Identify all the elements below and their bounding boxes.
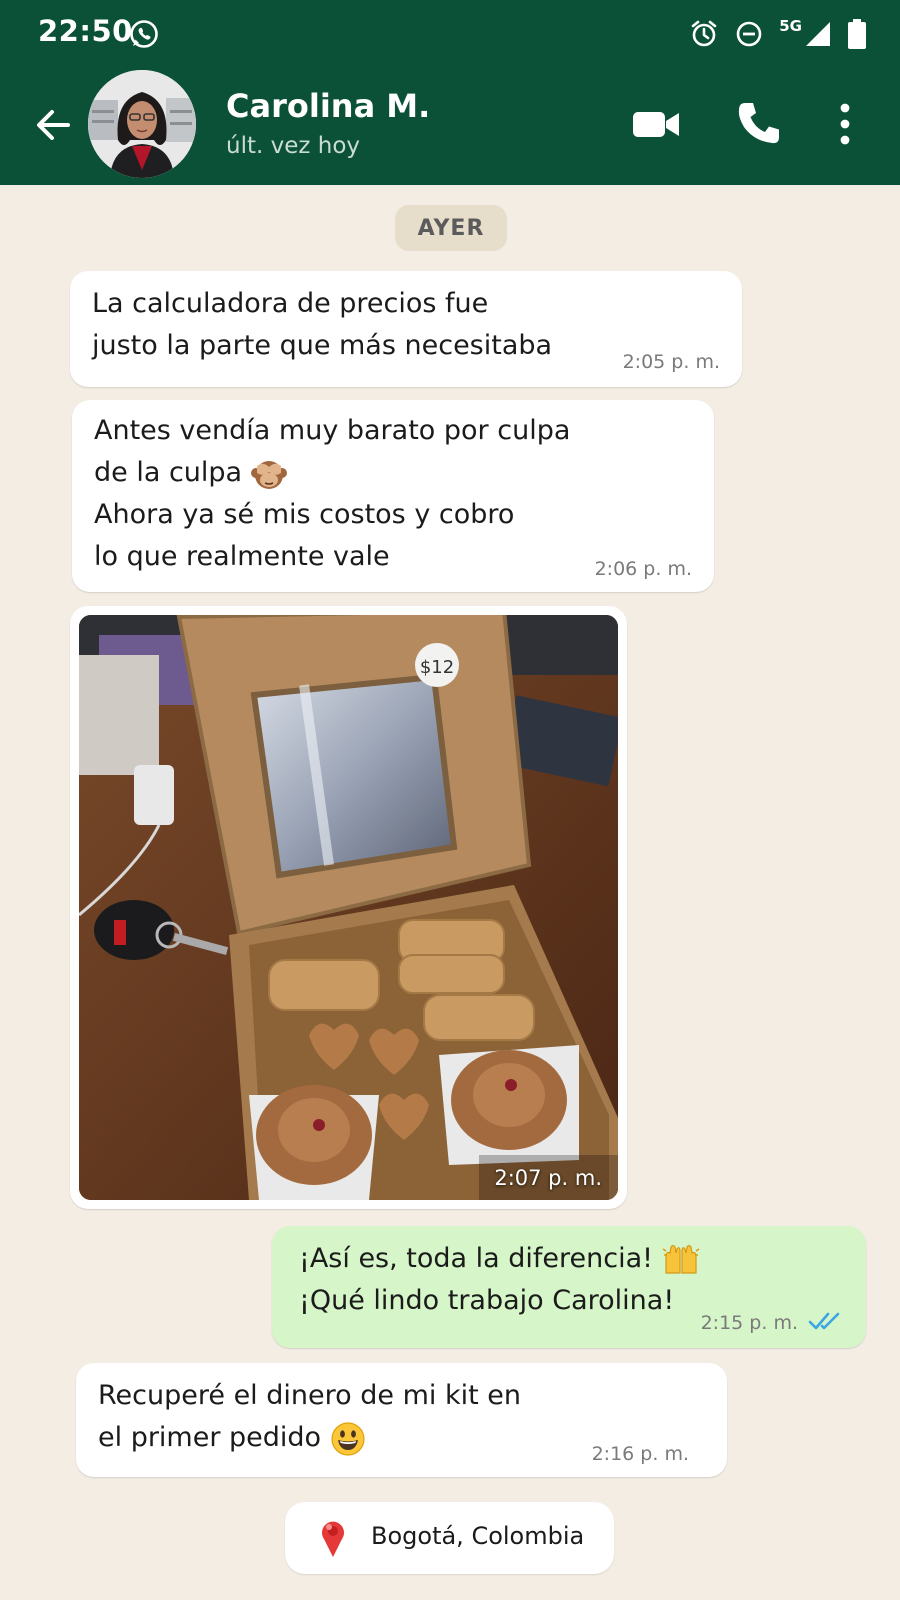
message-line: ¡Así es, toda la diferencia!: [299, 1243, 653, 1274]
message-line: ¡Qué lindo trabajo Carolina!: [299, 1285, 675, 1316]
message-time: 2:16 p. m.: [591, 1443, 689, 1465]
do-not-disturb-icon: [736, 21, 762, 47]
message-bubble-incoming[interactable]: Antes vendía muy barato por culpa de la …: [72, 400, 714, 592]
overflow-menu-icon[interactable]: [830, 100, 860, 148]
message-text: La calculadora de precios fue justo la p…: [92, 288, 553, 361]
read-receipt-icon: [808, 1312, 840, 1330]
location-label: Bogotá, Colombia: [371, 1522, 585, 1550]
status-bar: 22:50 5G: [0, 0, 900, 70]
message-text: Recuperé el dinero de mi kit en el prime…: [98, 1375, 521, 1459]
message-line: lo que realmente vale: [94, 541, 390, 572]
message-text: Antes vendía muy barato por culpa de la …: [94, 410, 570, 578]
message-bubble-incoming[interactable]: Recuperé el dinero de mi kit en el prime…: [76, 1363, 727, 1477]
location-pin-icon: [322, 1521, 344, 1557]
contact-last-seen: últ. vez hoy: [226, 133, 361, 159]
contact-name[interactable]: Carolina M.: [226, 87, 430, 125]
location-chip[interactable]: Bogotá, Colombia: [285, 1502, 614, 1574]
price-tag-text: $12: [420, 657, 454, 678]
see-no-evil-monkey-emoji: [250, 460, 287, 489]
chat-header: 22:50 5G Carolina M. últ. vez hoy: [0, 0, 900, 185]
message-time: 2:06 p. m.: [594, 558, 692, 580]
image-time: 2:07 p. m.: [494, 1166, 602, 1190]
contact-avatar[interactable]: [88, 70, 196, 178]
message-bubble-incoming[interactable]: La calculadora de precios fue justo la p…: [70, 271, 742, 387]
dog-treats-photo[interactable]: $12 2:07 p. m.: [79, 615, 618, 1200]
message-list[interactable]: AYER La calculadora de precios fue justo…: [0, 185, 900, 1600]
message-time: 2:05 p. m.: [622, 351, 720, 373]
network-type: 5G: [779, 17, 802, 35]
status-icons: 5G: [689, 17, 866, 51]
message-line: Ahora ya sé mis costos y cobro: [94, 499, 515, 530]
grinning-face-emoji: [331, 1421, 365, 1456]
photo-content: $12: [79, 615, 618, 1200]
alarm-icon: [691, 20, 717, 47]
message-text: ¡Así es, toda la diferencia! ¡Qué lindo …: [299, 1238, 700, 1322]
date-separator: AYER: [395, 205, 507, 251]
battery-icon: [848, 19, 866, 49]
message-line: el primer pedido: [98, 1422, 322, 1453]
message-line: de la culpa: [94, 457, 243, 488]
avatar-photo: [88, 70, 196, 178]
image-message-bubble[interactable]: $12 2:07 p. m.: [70, 606, 627, 1209]
message-line: Recuperé el dinero de mi kit en: [98, 1380, 521, 1411]
phone-call-icon[interactable]: [736, 100, 782, 146]
message-time: 2:15 p. m.: [700, 1312, 798, 1334]
message-bubble-outgoing[interactable]: ¡Así es, toda la diferencia! ¡Qué lindo …: [272, 1226, 866, 1348]
video-call-icon[interactable]: [632, 100, 680, 148]
back-arrow-icon[interactable]: [32, 104, 74, 146]
raising-hands-emoji: [662, 1244, 699, 1274]
message-line: Antes vendía muy barato por culpa: [94, 415, 571, 446]
status-time: 22:50: [38, 14, 133, 48]
signal-icon: [806, 22, 830, 46]
whatsapp-notification-icon: [130, 20, 158, 48]
